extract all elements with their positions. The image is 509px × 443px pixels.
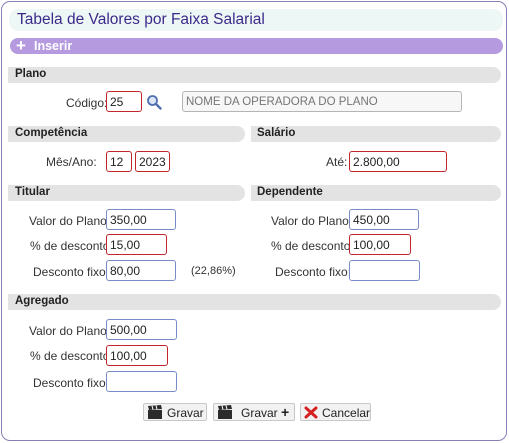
cancel-button-label: Cancelar <box>322 406 371 420</box>
titular-pct-label: % de desconto: <box>30 239 113 253</box>
clapperboard-icon <box>218 405 232 419</box>
agregado-valor-label: Valor do Plano: <box>29 324 111 338</box>
mes-ano-label: Mês/Ano: <box>46 155 97 169</box>
agregado-fixo-input[interactable] <box>106 371 177 392</box>
agregado-fixo-label: Desconto fixo: <box>33 376 110 390</box>
salario-ate-input[interactable] <box>349 151 447 172</box>
ate-label: Até: <box>326 155 348 169</box>
section-dependente-label: Dependente <box>257 186 323 198</box>
titular-valor-label: Valor do Plano: <box>29 214 111 228</box>
cancel-button[interactable]: Cancelar <box>300 403 371 421</box>
close-icon <box>304 406 318 419</box>
clapperboard-icon <box>148 405 162 419</box>
dependente-valor-label: Valor do Plano: <box>271 214 353 228</box>
ano-input[interactable] <box>135 151 170 172</box>
titular-pct-input[interactable] <box>106 234 167 255</box>
dependente-valor-input[interactable] <box>349 209 419 230</box>
titular-fixo-label: Desconto fixo: <box>33 265 110 279</box>
save-button-label: Gravar <box>167 406 204 420</box>
save-button[interactable]: Gravar <box>143 403 207 421</box>
section-titular-label: Titular <box>15 186 50 198</box>
section-agregado-label: Agregado <box>15 295 69 307</box>
mes-input[interactable] <box>106 151 132 172</box>
codigo-label: Código: <box>66 96 108 110</box>
agregado-pct-label: % de desconto: <box>30 349 113 363</box>
save-and-new-label: Gravar <box>241 406 278 420</box>
section-salario-label: Salário <box>257 127 296 139</box>
section-plano <box>8 67 501 83</box>
title-bar: Tabela de Valores por Faixa Salarial <box>9 9 503 31</box>
plus-icon: + <box>281 404 290 420</box>
dependente-fixo-input[interactable] <box>349 260 420 281</box>
insert-label: Inserir <box>34 39 73 53</box>
operadora-input[interactable] <box>182 91 462 112</box>
dependente-pct-input[interactable] <box>349 234 411 255</box>
section-competencia-label: Competência <box>15 127 88 139</box>
plus-icon: + <box>16 36 26 55</box>
agregado-valor-input[interactable] <box>106 319 177 340</box>
search-icon[interactable] <box>146 94 162 110</box>
agregado-pct-input[interactable] <box>106 345 168 366</box>
titular-fixo-input[interactable] <box>106 260 176 281</box>
titular-valor-input[interactable] <box>106 209 176 230</box>
section-plano-label: Plano <box>15 68 47 80</box>
section-agregado <box>8 294 501 310</box>
insert-button[interactable]: + Inserir <box>10 36 503 55</box>
dependente-fixo-label: Desconto fixo: <box>275 265 352 279</box>
save-and-new-button[interactable]: Gravar + <box>213 403 295 421</box>
dependente-pct-label: % de desconto: <box>271 239 354 253</box>
codigo-input[interactable] <box>106 91 142 112</box>
titular-fixo-percent: (22,86%) <box>191 265 236 277</box>
page-title: Tabela de Valores por Faixa Salarial <box>17 11 265 28</box>
